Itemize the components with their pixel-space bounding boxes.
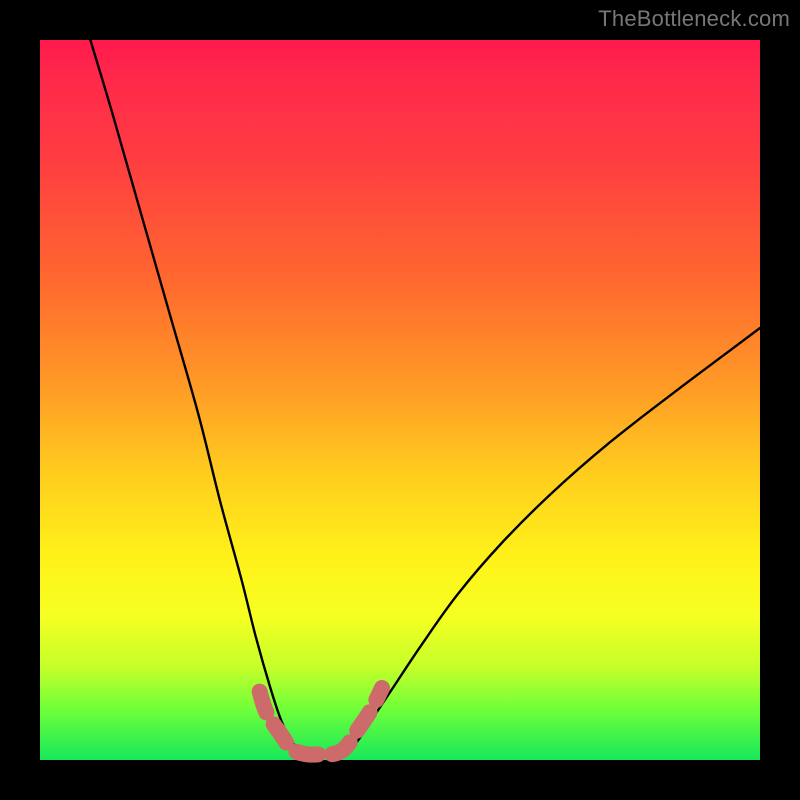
valley-marks — [260, 688, 382, 755]
right-curve — [346, 328, 760, 751]
plot-area — [40, 40, 760, 760]
left-curve — [90, 40, 302, 751]
watermark-text: TheBottleneck.com — [598, 6, 790, 32]
chart-frame: TheBottleneck.com — [0, 0, 800, 800]
chart-svg — [40, 40, 760, 760]
